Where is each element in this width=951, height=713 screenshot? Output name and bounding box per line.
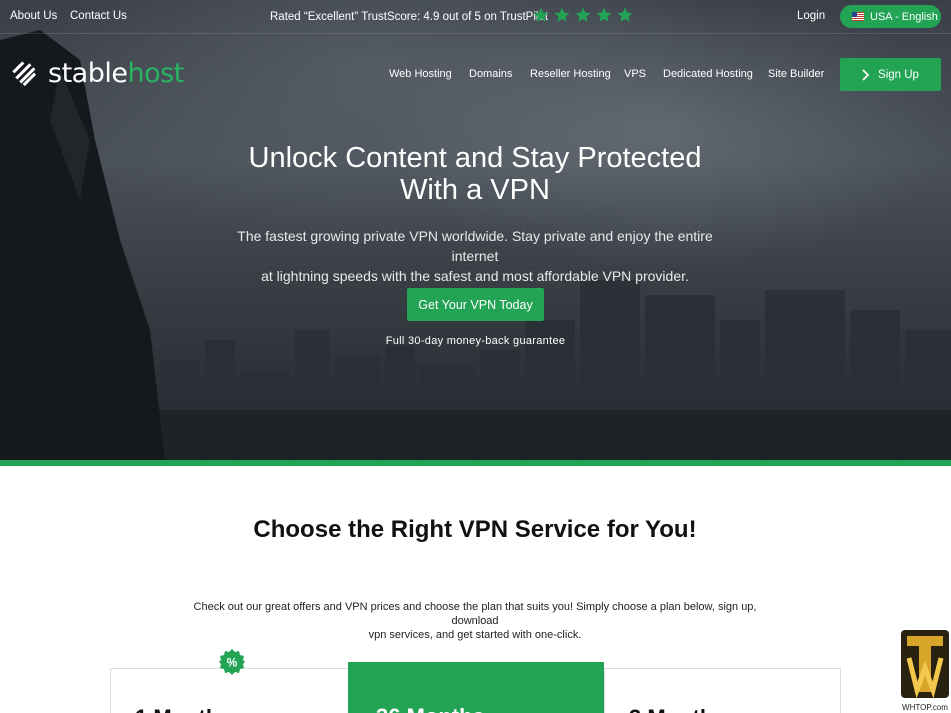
login-link[interactable]: Login [797,10,825,22]
language-label: USA - English [870,10,938,23]
star-icon [575,7,591,22]
star-icon [554,7,570,22]
hero-subtitle: The fastest growing private VPN worldwid… [237,228,713,284]
nav-item-dedicated-hosting[interactable]: Dedicated Hosting [663,68,753,80]
top-bar: About Us Contact Us Rated “Excellent” Tr… [0,0,951,34]
nav-item-web-hosting[interactable]: Web Hosting [389,68,452,80]
logo-text: stablehost [48,57,184,89]
contact-us-link[interactable]: Contact Us [70,10,127,22]
rating-stars [532,6,634,24]
sign-up-button[interactable]: Sign Up [840,58,941,91]
trustpilot-rating-text: Rated “Excellent” TrustScore: 4.9 out of… [270,11,549,23]
nav-item-reseller-hosting[interactable]: Reseller Hosting [530,68,611,80]
us-flag-icon [852,12,864,21]
nav-item-site-builder[interactable]: Site Builder [768,68,824,80]
stablehost-logo[interactable]: stablehost [10,56,184,90]
plan-name: 1 Month [135,705,219,713]
whtop-watermark-logo: WHTOP.com [901,630,949,712]
svg-text:WHTOP.com: WHTOP.com [902,703,948,712]
section-title: Choose the Right VPN Service for You! [253,516,697,543]
nav-item-domains[interactable]: Domains [469,68,512,80]
plan-name: 3 Months [629,705,726,713]
sign-up-label: Sign Up [878,68,919,81]
discount-badge-icon: % [219,649,245,675]
language-selector[interactable]: USA - English [840,5,941,28]
logo-mark-icon [12,61,37,87]
star-icon [596,7,612,22]
nav-item-vps[interactable]: VPS [624,68,646,80]
about-us-link[interactable]: About Us [10,10,57,22]
svg-text:%: % [227,656,238,670]
plan-card-3-months[interactable]: 3 Months [604,668,841,713]
plan-name: 36 Months [376,704,485,713]
star-icon [617,7,633,22]
money-back-guarantee: Full 30-day money-back guarantee [385,335,566,347]
section-description: Check out our great offers and VPN price… [193,601,757,641]
plan-card-36-months[interactable]: 36 Months [348,662,604,713]
chevron-right-icon [862,68,870,81]
hero-title: Unlock Content and Stay Protected With a… [248,142,702,206]
accent-divider [0,460,951,466]
star-icon [533,7,549,22]
get-vpn-button[interactable]: Get Your VPN Today [407,288,544,321]
